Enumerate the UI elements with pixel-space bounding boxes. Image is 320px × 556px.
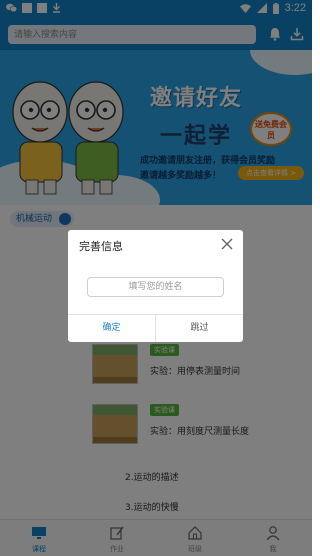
name-input[interactable] [87,277,224,297]
complete-info-dialog: 完善信息 确定 跳过 [68,230,243,342]
dialog-title: 完善信息 [79,240,123,253]
skip-button[interactable]: 跳过 [156,315,243,342]
close-icon[interactable] [221,238,233,250]
confirm-button[interactable]: 确定 [68,315,155,342]
